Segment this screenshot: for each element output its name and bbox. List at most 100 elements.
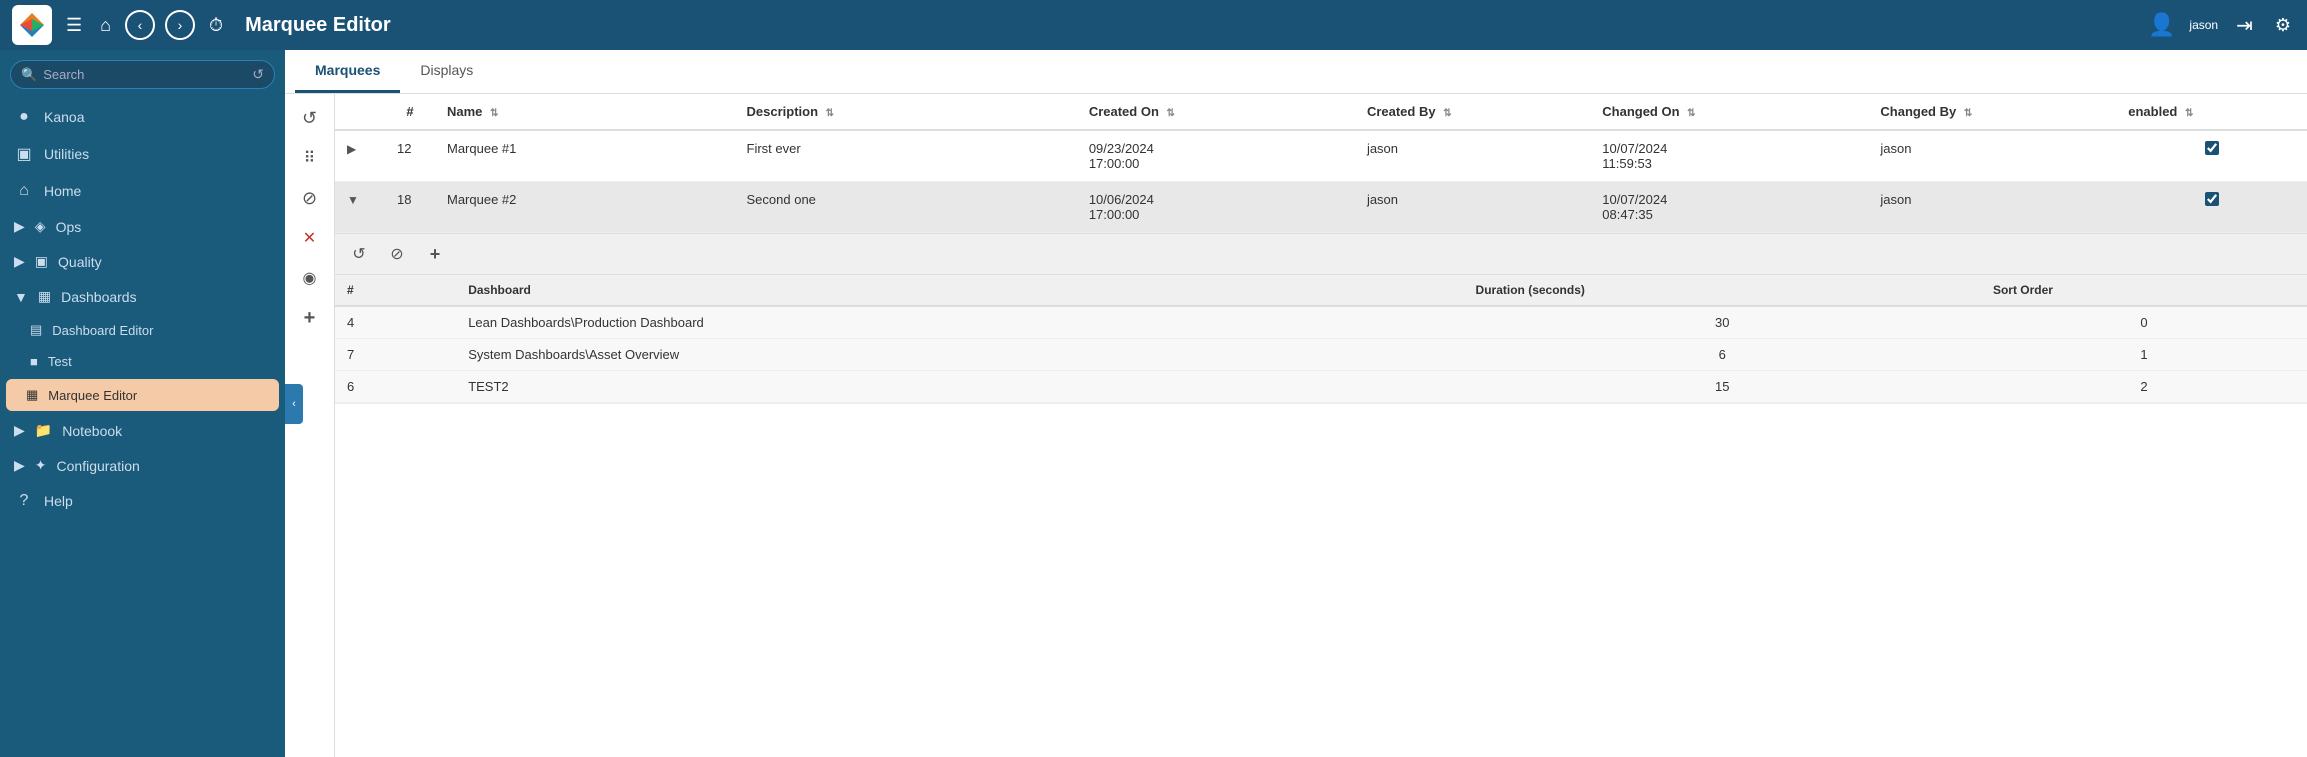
sub-table: # Dashboard Duration (seconds) Sort Orde… xyxy=(335,275,2307,403)
table-header-row: # Name ⇅ Description ⇅ Created On ⇅ Crea… xyxy=(335,94,2307,130)
main-table-area: # Name ⇅ Description ⇅ Created On ⇅ Crea… xyxy=(335,94,2307,757)
settings-button[interactable]: ⚙ xyxy=(2271,13,2295,38)
back-button[interactable]: ‹ xyxy=(125,10,155,40)
row-changed-on: 10/07/202408:47:35 xyxy=(1590,182,1868,233)
col-description[interactable]: Description ⇅ xyxy=(735,94,1077,130)
delete-button[interactable]: ✕ xyxy=(294,222,326,254)
ops-icon: ◈ xyxy=(35,218,46,235)
login-button[interactable]: ⇥ xyxy=(2232,11,2257,40)
notebook-icon: 📁 xyxy=(35,422,52,439)
main-layout: 🔍 ↺ ● Kanoa ▣ Utilities ⌂ Home ▶ ◈ Ops ▶… xyxy=(0,50,2307,757)
sidebar-item-label: Ops xyxy=(56,219,82,235)
sub-row-num: 4 xyxy=(335,306,456,339)
top-header: ☰ ⌂ ‹ › ⏱ Marquee Editor 👤 jason ⇥ ⚙ xyxy=(0,0,2307,50)
col-expand xyxy=(335,94,385,130)
sidebar-item-dashboards[interactable]: ▼ ▦ Dashboards xyxy=(0,279,285,314)
sidebar-item-label: Help xyxy=(44,493,73,509)
sidebar-item-label: Test xyxy=(48,354,72,369)
expand-icon[interactable]: ▶ xyxy=(347,142,356,156)
sub-col-dashboard: Dashboard xyxy=(456,275,1463,306)
home-button[interactable]: ⌂ xyxy=(96,13,115,38)
tab-marquees[interactable]: Marquees xyxy=(295,50,400,93)
sidebar-item-ops[interactable]: ▶ ◈ Ops xyxy=(0,209,285,244)
sidebar-item-label: Kanoa xyxy=(44,109,84,125)
camera-button[interactable]: ◉ xyxy=(294,262,326,294)
sidebar-item-test[interactable]: ■ Test xyxy=(0,346,285,377)
sidebar-item-label: Quality xyxy=(58,254,102,270)
quality-icon: ▣ xyxy=(35,253,48,270)
sub-row-duration: 30 xyxy=(1464,306,1981,339)
search-options-icon: ↺ xyxy=(252,66,264,83)
help-icon: ? xyxy=(14,492,34,510)
sidebar-item-label: Home xyxy=(44,183,81,199)
search-icon: 🔍 xyxy=(21,67,37,83)
sub-block-button[interactable]: ⊘ xyxy=(381,238,413,270)
col-num: # xyxy=(385,94,435,130)
sub-row-duration: 15 xyxy=(1464,371,1981,403)
content-area: Marquees Displays ↺ ⠿ ⊘ ✕ ◉ + # xyxy=(285,50,2307,757)
block-button[interactable]: ⊘ xyxy=(294,182,326,214)
sub-table-row-item: 4 Lean Dashboards\Production Dashboard 3… xyxy=(335,306,2307,339)
sidebar-item-home[interactable]: ⌂ Home xyxy=(0,173,285,209)
marquees-table: # Name ⇅ Description ⇅ Created On ⇅ Crea… xyxy=(335,94,2307,404)
collapse-icon[interactable]: ▼ xyxy=(347,193,359,207)
expand-cell[interactable]: ▶ xyxy=(335,130,385,182)
add-button[interactable]: + xyxy=(294,302,326,334)
sidebar-item-label: Dashboards xyxy=(61,289,137,305)
sub-col-num: # xyxy=(335,275,456,306)
sub-table-row: ↺ ⊘ + # Dashboard xyxy=(335,233,2307,404)
sub-add-button[interactable]: + xyxy=(419,238,451,270)
user-icon: 👤 xyxy=(2148,12,2175,38)
col-enabled[interactable]: enabled ⇅ xyxy=(2116,94,2307,130)
sub-refresh-button[interactable]: ↺ xyxy=(343,238,375,270)
search-input[interactable] xyxy=(43,67,246,82)
sub-row-sort-order: 1 xyxy=(1981,339,2307,371)
col-created-on[interactable]: Created On ⇅ xyxy=(1077,94,1355,130)
row-num: 18 xyxy=(385,182,435,233)
sidebar-item-dashboard-editor[interactable]: ▤ Dashboard Editor xyxy=(0,314,285,346)
sidebar-item-marquee-editor[interactable]: ▦ Marquee Editor xyxy=(6,379,279,411)
row-created-by: jason xyxy=(1355,182,1590,233)
row-enabled[interactable] xyxy=(2116,130,2307,182)
sidebar-item-label: Dashboard Editor xyxy=(52,323,153,338)
menu-button[interactable]: ☰ xyxy=(62,13,86,38)
sidebar-item-kanoa[interactable]: ● Kanoa xyxy=(0,99,285,135)
sidebar-toggle[interactable]: ‹ xyxy=(285,384,303,424)
sidebar-item-quality[interactable]: ▶ ▣ Quality xyxy=(0,244,285,279)
row-num: 12 xyxy=(385,130,435,182)
enabled-checkbox[interactable] xyxy=(2205,141,2219,155)
sidebar-item-utilities[interactable]: ▣ Utilities xyxy=(0,135,285,173)
sidebar-item-label: Notebook xyxy=(62,423,122,439)
row-created-by: jason xyxy=(1355,130,1590,182)
sidebar-item-label: Utilities xyxy=(44,146,89,162)
expand-cell[interactable]: ▼ xyxy=(335,182,385,233)
sidebar-item-configuration[interactable]: ▶ ✦ Configuration xyxy=(0,448,285,483)
sub-table-container: ↺ ⊘ + # Dashboard xyxy=(335,233,2307,403)
dashboard-editor-icon: ▤ xyxy=(30,322,42,338)
search-box: 🔍 ↺ xyxy=(10,60,275,89)
notebook-expand-icon: ▶ xyxy=(14,422,25,439)
col-changed-by[interactable]: Changed By ⇅ xyxy=(1868,94,2116,130)
col-created-by[interactable]: Created By ⇅ xyxy=(1355,94,1590,130)
col-name[interactable]: Name ⇅ xyxy=(435,94,735,130)
row-description: Second one xyxy=(735,182,1077,233)
grid-view-button[interactable]: ⠿ xyxy=(294,142,326,174)
sidebar-item-help[interactable]: ? Help xyxy=(0,483,285,519)
table-row: ▶ 12 Marquee #1 First ever 09/23/202417:… xyxy=(335,130,2307,182)
sub-table-cell: ↺ ⊘ + # Dashboard xyxy=(335,233,2307,404)
test-icon: ■ xyxy=(30,354,38,369)
dashboards-expand-icon: ▼ xyxy=(14,289,28,305)
sidebar-item-notebook[interactable]: ▶ 📁 Notebook xyxy=(0,413,285,448)
row-enabled[interactable] xyxy=(2116,182,2307,233)
ops-expand-icon: ▶ xyxy=(14,218,25,235)
col-changed-on[interactable]: Changed On ⇅ xyxy=(1590,94,1868,130)
sub-row-sort-order: 2 xyxy=(1981,371,2307,403)
enabled-checkbox[interactable] xyxy=(2205,192,2219,206)
kanoa-icon: ● xyxy=(14,108,34,126)
dashboards-icon: ▦ xyxy=(38,288,51,305)
forward-button[interactable]: › xyxy=(165,10,195,40)
row-changed-by: jason xyxy=(1868,182,2116,233)
history-button[interactable]: ⏱ xyxy=(205,13,227,38)
tab-displays[interactable]: Displays xyxy=(400,50,493,93)
refresh-button[interactable]: ↺ xyxy=(294,102,326,134)
